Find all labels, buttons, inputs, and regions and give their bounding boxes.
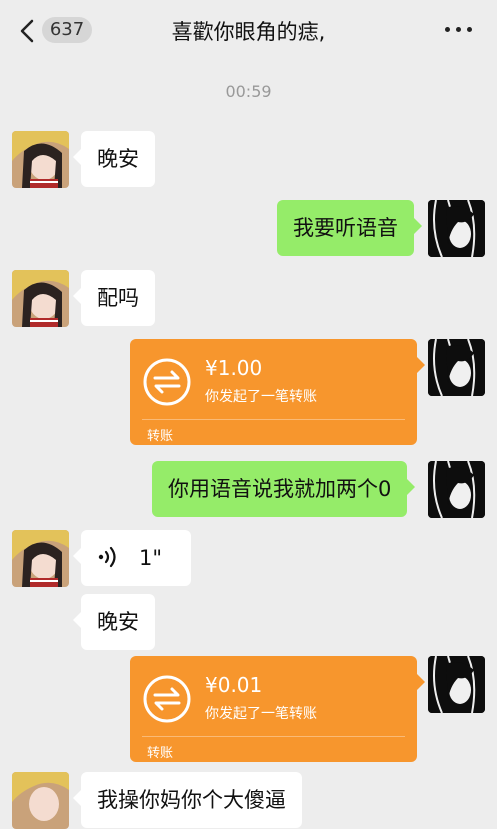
- transfer-amount: ¥0.01: [205, 673, 263, 697]
- outgoing-message[interactable]: 我要听语音: [277, 200, 422, 256]
- incoming-message[interactable]: 我操你妈你个大傻逼: [73, 772, 302, 828]
- time-divider: 00:59: [225, 82, 272, 101]
- voice-message[interactable]: 1": [73, 530, 191, 586]
- my-avatar[interactable]: [428, 656, 485, 713]
- contact-avatar[interactable]: [12, 530, 69, 587]
- voice-duration: 1": [139, 546, 163, 570]
- transfer-amount: ¥1.00: [205, 356, 263, 380]
- my-avatar[interactable]: [428, 461, 485, 518]
- transfer-description: 你发起了一笔转账: [205, 389, 317, 405]
- chat-title: 喜歡你眼角的痣,: [171, 20, 326, 44]
- contact-avatar[interactable]: [12, 270, 69, 327]
- transfer-divider: [142, 419, 405, 420]
- outgoing-message[interactable]: 你用语音说我就加两个0: [152, 461, 416, 517]
- transfer-label: 转账: [147, 429, 174, 444]
- more-options-icon[interactable]: [443, 24, 475, 36]
- contact-avatar[interactable]: [12, 772, 69, 829]
- transfer-description: 你发起了一笔转账: [205, 706, 317, 722]
- transfer-icon: [143, 675, 191, 723]
- back-arrow-icon[interactable]: [18, 18, 36, 44]
- my-avatar[interactable]: [428, 339, 485, 396]
- voice-wave-icon: [98, 546, 116, 568]
- transfer-divider: [142, 736, 405, 737]
- unread-count-badge[interactable]: 637: [42, 17, 92, 43]
- incoming-message[interactable]: 晚安: [73, 594, 155, 650]
- incoming-message[interactable]: 配吗: [73, 270, 155, 326]
- incoming-message[interactable]: 晚安: [73, 131, 155, 187]
- contact-avatar[interactable]: [12, 131, 69, 188]
- my-avatar[interactable]: [428, 200, 485, 257]
- transfer-card[interactable]: ¥0.01 你发起了一笔转账 转账: [130, 656, 425, 762]
- transfer-card[interactable]: ¥1.00 你发起了一笔转账 转账: [130, 339, 425, 445]
- transfer-icon: [143, 358, 191, 406]
- top-bar: 637 喜歡你眼角的痣,: [0, 0, 497, 62]
- transfer-label: 转账: [147, 746, 174, 761]
